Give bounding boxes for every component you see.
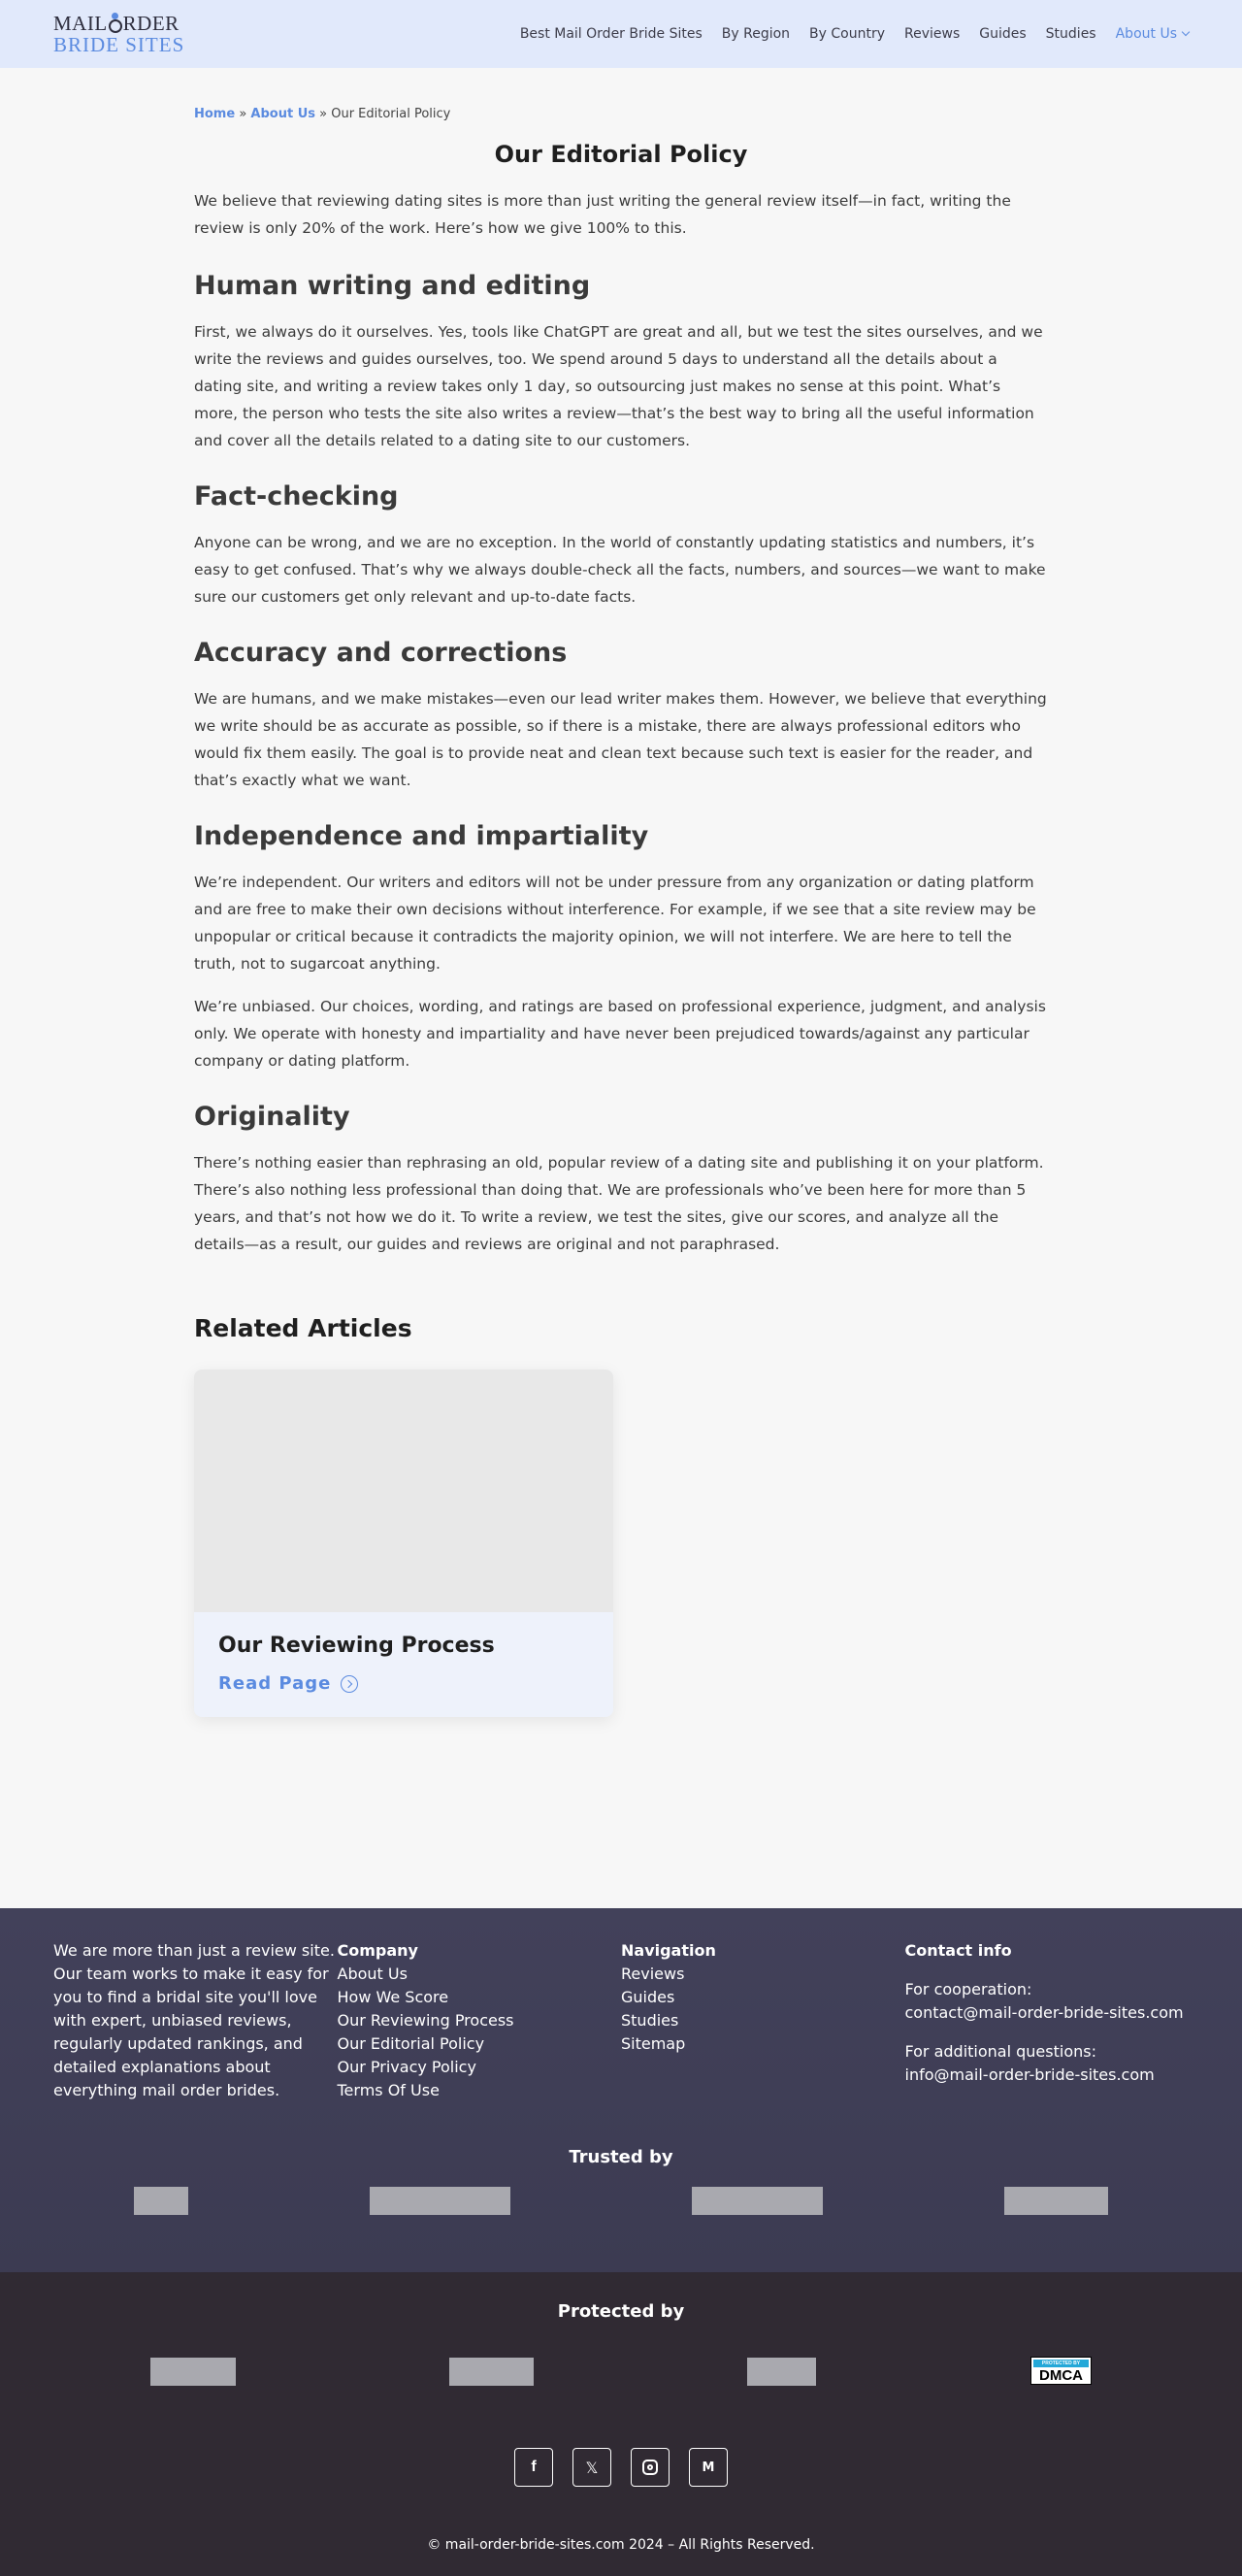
footer-link-studies[interactable]: Studies: [621, 2009, 905, 2032]
main-nav: Best Mail Order Bride Sites By Region By…: [520, 26, 1191, 42]
section-accuracy: Accuracy and corrections We are humans, …: [194, 638, 1048, 794]
breadcrumb-about[interactable]: About Us: [250, 107, 315, 121]
footer-contact: Contact info For cooperation: contact@mai…: [905, 1939, 1190, 2102]
trusted-by-title: Trusted by: [569, 2147, 673, 2167]
social-links: f 𝕏 M: [514, 2448, 728, 2487]
section-heading: Originality: [194, 1102, 350, 1132]
footer-about: We are more than just a review site. Our…: [53, 1939, 338, 2102]
nav-best-sites[interactable]: Best Mail Order Bride Sites: [520, 26, 703, 42]
breadcrumb: Home » About Us » Our Editorial Policy: [194, 107, 1048, 121]
section-originality: Originality There’s nothing easier than …: [194, 1102, 1048, 1258]
footer-link-privacy-policy[interactable]: Our Privacy Policy: [338, 2056, 622, 2079]
footer-company-title: Company: [337, 1941, 418, 1960]
intro-paragraph: We believe that reviewing dating sites i…: [194, 192, 1011, 237]
trusted-logos: [0, 2187, 1242, 2216]
breadcrumb-current: Our Editorial Policy: [331, 107, 451, 121]
card-image-placeholder[interactable]: [194, 1370, 613, 1612]
trusted-logo[interactable]: [370, 2187, 510, 2215]
medium-icon[interactable]: M: [689, 2448, 728, 2487]
protection-logo[interactable]: [747, 2358, 816, 2386]
protection-logo[interactable]: [449, 2358, 534, 2386]
footer-company: Company About Us How We Score Our Review…: [338, 1939, 622, 2102]
questions-label: For additional questions:: [904, 2042, 1096, 2061]
nav-reviews[interactable]: Reviews: [904, 26, 960, 42]
dmca-label: DMCA: [1039, 2367, 1083, 2384]
protection-logo[interactable]: [150, 2358, 236, 2386]
footer-link-terms[interactable]: Terms Of Use: [338, 2079, 622, 2102]
protected-by-title: Protected by: [557, 2301, 685, 2322]
section-heading: Fact-checking: [194, 481, 399, 512]
footer-contact-title: Contact info: [904, 1941, 1012, 1960]
section-independence: Independence and impartiality We’re inde…: [194, 821, 1048, 1074]
copyright: © mail-order-bride-sites.com 2024 – All …: [427, 2537, 815, 2553]
logo-text-top-rest: RDER: [122, 11, 180, 35]
nav-by-region[interactable]: By Region: [722, 26, 790, 42]
breadcrumb-separator: »: [315, 107, 332, 121]
footer-top: We are more than just a review site. Our…: [0, 1908, 1242, 2272]
main-content: Home » About Us » Our Editorial Policy O…: [194, 68, 1048, 1717]
circle-arrow-right-icon: [341, 1674, 359, 1693]
section-paragraph: First, we always do it ourselves. Yes, t…: [194, 323, 1043, 449]
footer-link-sitemap[interactable]: Sitemap: [621, 2032, 905, 2056]
nav-about-us-label: About Us: [1115, 26, 1177, 42]
card-title[interactable]: Our Reviewing Process: [218, 1634, 589, 1658]
related-articles-title: Related Articles: [194, 1314, 412, 1342]
site-logo[interactable]: MAIL RDER BRIDE SITES: [53, 11, 185, 56]
instagram-icon[interactable]: [631, 2448, 670, 2487]
section-human-writing: Human writing and editing First, we alwa…: [194, 271, 1048, 454]
dmca-top-text: PROTECTED BY: [1041, 2361, 1081, 2366]
dmca-badge[interactable]: PROTECTED BY DMCA: [1030, 2357, 1092, 2385]
section-paragraph: We’re unbiased. Our choices, wording, an…: [194, 998, 1046, 1070]
footer-bottom: Protected by PROTECTED BY DMCA f 𝕏 M © m…: [0, 2272, 1242, 2576]
logo-text-top: MAIL: [53, 11, 108, 35]
footer-navigation: Navigation Reviews Guides Studies Sitema…: [621, 1939, 905, 2102]
footer-link-how-we-score[interactable]: How We Score: [338, 1986, 622, 2009]
logo-text-bottom: BRIDE SITES: [53, 32, 185, 56]
section-paragraph: There’s nothing easier than rephrasing a…: [194, 1154, 1044, 1253]
breadcrumb-home[interactable]: Home: [194, 107, 235, 121]
page-title: Our Editorial Policy: [494, 141, 748, 168]
section-heading: Accuracy and corrections: [194, 638, 568, 668]
section-paragraph: We’re independent. Our writers and edito…: [194, 874, 1036, 973]
nav-by-country[interactable]: By Country: [809, 26, 885, 42]
x-twitter-icon[interactable]: 𝕏: [572, 2448, 611, 2487]
section-heading: Human writing and editing: [194, 271, 591, 301]
section-fact-checking: Fact-checking Anyone can be wrong, and w…: [194, 481, 1048, 611]
questions-email-link[interactable]: info@mail-order-bride-sites.com: [905, 2064, 1190, 2087]
footer-link-reviewing-process[interactable]: Our Reviewing Process: [338, 2009, 622, 2032]
trusted-logo[interactable]: [692, 2187, 823, 2215]
dmca-banner: PROTECTED BY: [1033, 2360, 1089, 2367]
section-paragraph: We are humans, and we make mistakes—even…: [194, 690, 1047, 789]
trusted-logo[interactable]: [134, 2187, 188, 2215]
breadcrumb-separator: »: [235, 107, 251, 121]
site-header: MAIL RDER BRIDE SITES Best Mail Order Br…: [0, 0, 1242, 68]
cooperation-email-link[interactable]: contact@mail-order-bride-sites.com: [905, 2001, 1190, 2025]
read-page-link[interactable]: Read Page: [218, 1673, 589, 1694]
footer-navigation-title: Navigation: [621, 1941, 716, 1960]
cooperation-label: For cooperation:: [904, 1980, 1032, 1998]
nav-about-us[interactable]: About Us: [1115, 26, 1191, 42]
footer-link-editorial-policy[interactable]: Our Editorial Policy: [338, 2032, 622, 2056]
footer-link-reviews[interactable]: Reviews: [621, 1963, 905, 1986]
nav-guides[interactable]: Guides: [979, 26, 1026, 42]
trusted-logo[interactable]: [1004, 2187, 1108, 2215]
footer-link-guides[interactable]: Guides: [621, 1986, 905, 2009]
chevron-down-icon: [1181, 27, 1191, 37]
facebook-icon[interactable]: f: [514, 2448, 553, 2487]
section-heading: Independence and impartiality: [194, 821, 649, 851]
footer-link-about-us[interactable]: About Us: [338, 1963, 622, 1986]
ring-icon: [108, 12, 122, 33]
footer-about-text: We are more than just a review site. Our…: [53, 1941, 335, 2099]
nav-studies[interactable]: Studies: [1046, 26, 1096, 42]
section-paragraph: Anyone can be wrong, and we are no excep…: [194, 534, 1046, 606]
read-page-label: Read Page: [218, 1673, 332, 1694]
related-article-card[interactable]: Our Reviewing Process Read Page: [194, 1370, 613, 1717]
